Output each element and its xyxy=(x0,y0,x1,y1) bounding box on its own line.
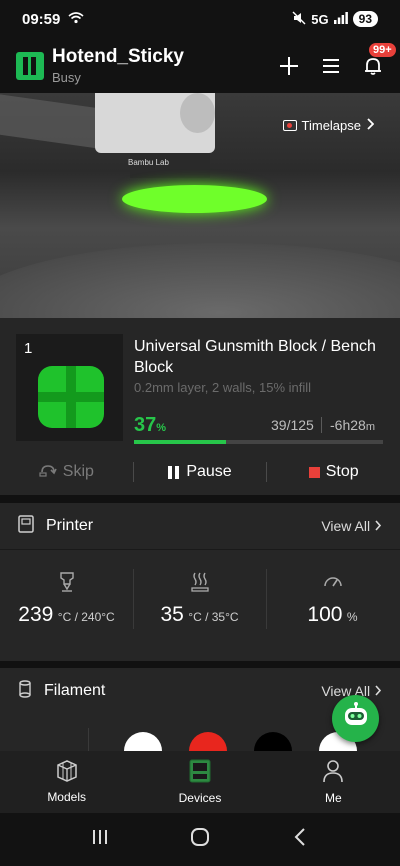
plate-number: 1 xyxy=(24,340,33,357)
fan-speed-unit: % xyxy=(346,610,358,624)
nav-models[interactable]: Models xyxy=(0,751,133,813)
status-bar: 09:59 5G 93 xyxy=(0,0,400,38)
pause-button[interactable]: Pause xyxy=(134,463,267,481)
back-button[interactable] xyxy=(280,825,320,855)
profile-icon xyxy=(322,759,344,786)
camera-bed xyxy=(0,243,400,318)
nav-me-label: Me xyxy=(324,791,342,805)
device-name[interactable]: Hotend_Sticky xyxy=(52,46,278,68)
progress-percent: 37% xyxy=(134,414,167,436)
fan-speed-metric[interactable]: 100 % xyxy=(266,571,399,627)
camera-brand-text: Bambu Lab xyxy=(128,158,169,167)
nav-me[interactable]: Me xyxy=(267,751,400,813)
device-status: Busy xyxy=(52,70,81,85)
divider xyxy=(321,417,322,433)
part-preview xyxy=(38,366,104,428)
nozzle-temp-value: 239 xyxy=(18,603,54,626)
skip-button[interactable]: Skip xyxy=(0,463,133,482)
pause-label: Pause xyxy=(186,463,232,480)
timelapse-label: Timelapse xyxy=(301,118,361,133)
nav-models-label: Models xyxy=(47,790,86,804)
models-icon xyxy=(55,760,79,785)
printer-icon xyxy=(18,514,34,538)
status-time: 09:59 xyxy=(22,10,61,28)
nozzle-temp-metric[interactable]: 239 °C / 240°C xyxy=(0,571,133,627)
app-header: Hotend_Sticky Busy 99+ xyxy=(0,38,400,93)
robot-icon xyxy=(341,702,371,735)
speed-gauge-icon xyxy=(266,571,399,593)
battery-level: 93 xyxy=(352,11,378,27)
job-actions: Skip Pause Stop xyxy=(0,457,400,487)
job-title: Universal Gunsmith Block / Bench Block xyxy=(134,338,376,376)
nozzle-temp-unit: °C / 240°C xyxy=(57,610,115,624)
print-job-panel: 1 Universal Gunsmith Block / Bench Block… xyxy=(0,318,400,495)
timelapse-link[interactable]: Timelapse xyxy=(282,118,375,133)
stop-label: Stop xyxy=(325,463,359,480)
signal-icon xyxy=(333,11,348,27)
home-button[interactable] xyxy=(180,825,220,855)
home-icon xyxy=(190,827,210,852)
plate-thumbnail: 1 xyxy=(16,334,123,441)
bed-temp-unit: °C / 35°C xyxy=(188,610,239,624)
assistant-robot-button[interactable] xyxy=(332,695,379,742)
bed-heat-icon xyxy=(133,571,266,593)
progress-bar xyxy=(134,440,383,444)
camera-fan xyxy=(180,93,215,133)
recent-apps-button[interactable] xyxy=(80,825,120,855)
bed-temp-value: 35 xyxy=(160,603,184,626)
time-remaining: -6h28m xyxy=(330,417,375,433)
bed-temp-metric[interactable]: 35 °C / 35°C xyxy=(133,571,266,627)
recent-apps-icon xyxy=(91,828,109,851)
network-label: 5G xyxy=(311,11,329,27)
printer-view-all-link[interactable]: View All xyxy=(321,518,382,534)
nozzle-icon xyxy=(0,571,133,593)
fan-speed-value: 100 xyxy=(307,603,343,626)
mute-icon xyxy=(292,11,306,28)
chevron-right-icon xyxy=(366,118,375,133)
stop-icon xyxy=(308,466,320,478)
divider xyxy=(0,549,400,550)
camera-feed[interactable]: Bambu Lab Timelapse xyxy=(0,93,400,318)
add-icon[interactable] xyxy=(278,55,300,77)
filament-title: Filament xyxy=(44,682,106,699)
wifi-icon xyxy=(68,11,84,28)
camera-printed-part xyxy=(122,185,267,213)
devices-icon xyxy=(189,759,211,786)
back-icon xyxy=(294,828,306,851)
nav-devices[interactable]: Devices xyxy=(133,751,266,813)
skip-icon xyxy=(39,463,57,482)
nav-devices-label: Devices xyxy=(178,791,222,805)
system-nav-bar xyxy=(0,813,400,866)
bottom-nav: Models Devices Me xyxy=(0,751,400,813)
filament-spool-icon xyxy=(18,679,32,703)
notification-badge: 99+ xyxy=(368,41,397,58)
printer-card: Printer View All 239 °C / 240°C 35 °C / … xyxy=(0,503,400,661)
record-icon xyxy=(282,120,297,131)
job-settings: 0.2mm layer, 2 walls, 15% infill xyxy=(134,380,312,395)
pause-icon xyxy=(168,465,180,479)
layer-count: 39/125 xyxy=(271,417,314,433)
skip-label: Skip xyxy=(62,463,94,480)
printer-title: Printer xyxy=(46,517,94,534)
stop-button[interactable]: Stop xyxy=(267,463,400,481)
progress-bar-fill xyxy=(134,440,227,444)
bambu-logo-icon xyxy=(16,51,44,80)
notification-bell-icon[interactable]: 99+ xyxy=(362,41,397,77)
menu-icon[interactable] xyxy=(320,55,342,77)
